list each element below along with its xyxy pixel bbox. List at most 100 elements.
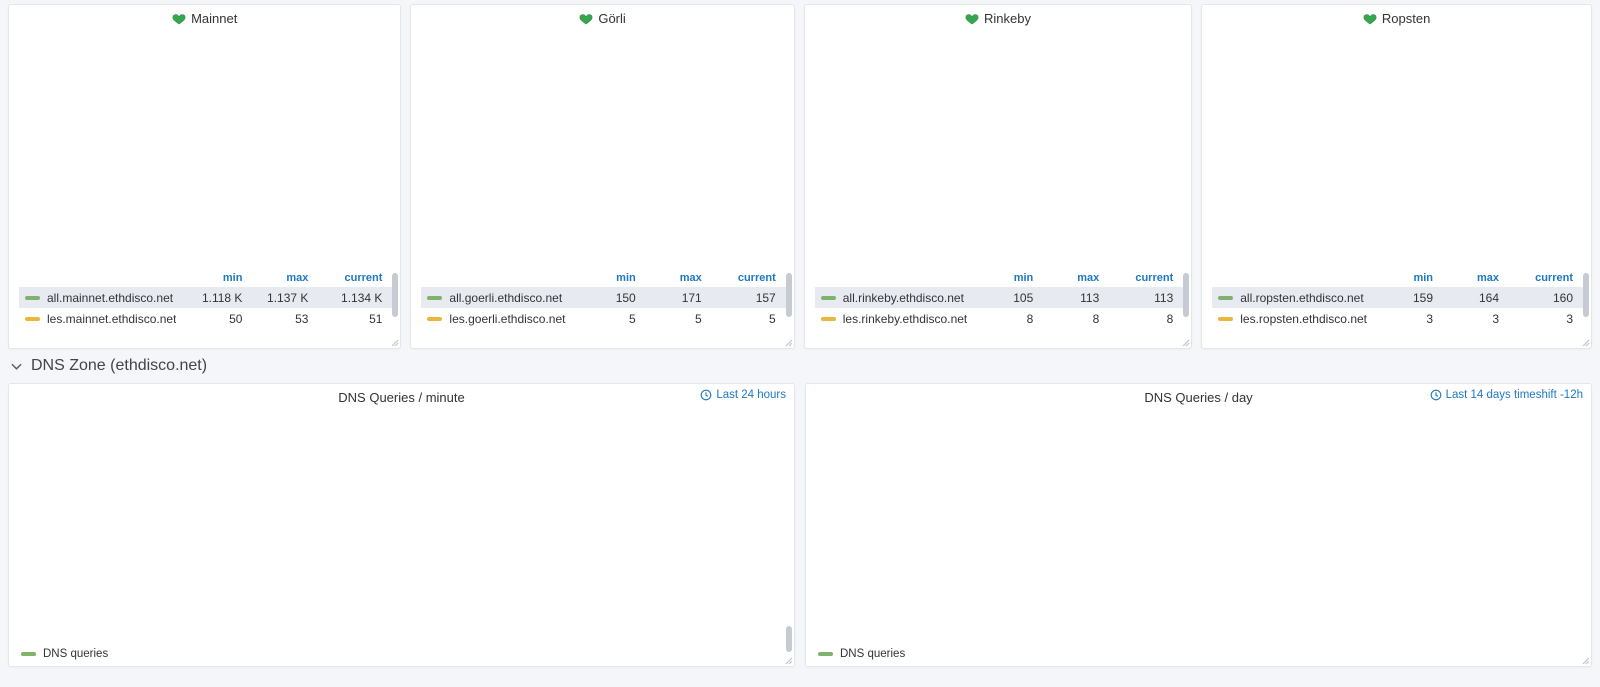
legend-series-toggle[interactable]: les.goerli.ethdisco.net bbox=[427, 312, 569, 326]
series-color-dash-icon bbox=[821, 296, 836, 300]
legend-header: min max current bbox=[19, 269, 392, 287]
legend-col-current[interactable]: current bbox=[308, 272, 382, 284]
legend-scrollbar-thumb[interactable] bbox=[786, 273, 792, 317]
legend-col-min[interactable]: min bbox=[570, 272, 636, 284]
panel-title[interactable]: Görli bbox=[579, 11, 625, 26]
dns-minute-panel: DNS Queries / minute Last 24 hours DNS q… bbox=[8, 383, 795, 667]
legend-series-toggle[interactable]: all.mainnet.ethdisco.net bbox=[25, 291, 176, 305]
panel-header: Rinkeby bbox=[805, 5, 1192, 31]
panel-title[interactable]: Rinkeby bbox=[965, 11, 1031, 26]
series-name[interactable]: DNS queries bbox=[43, 648, 108, 660]
legend-table: min max current all.mainnet.ethdisco.net… bbox=[9, 269, 400, 329]
panel-title-label: Ropsten bbox=[1382, 11, 1430, 26]
panel-title-label: DNS Queries / minute bbox=[338, 390, 464, 405]
series-max: 5 bbox=[636, 312, 702, 326]
clock-icon bbox=[700, 389, 712, 401]
legend-col-min[interactable]: min bbox=[176, 272, 242, 284]
series-current: 51 bbox=[308, 312, 382, 326]
network-panel: Rinkeby min max current all.rinkeby.ethd… bbox=[804, 4, 1193, 349]
legend-col-current[interactable]: current bbox=[1499, 272, 1573, 284]
chart-legend: DNS queries bbox=[9, 642, 794, 666]
series-name: les.mainnet.ethdisco.net bbox=[47, 312, 176, 326]
series-max: 8 bbox=[1033, 312, 1099, 326]
network-panels-row: Mainnet min max current all.mainnet.ethd… bbox=[8, 4, 1592, 349]
time-range-link[interactable]: Last 14 days timeshift -12h bbox=[1430, 389, 1583, 401]
series-min: 3 bbox=[1367, 312, 1433, 326]
series-min: 8 bbox=[967, 312, 1033, 326]
panel-resize-handle[interactable] bbox=[783, 337, 793, 347]
legend-series-toggle[interactable]: les.mainnet.ethdisco.net bbox=[25, 312, 176, 326]
legend-scrollbar-thumb[interactable] bbox=[1183, 273, 1189, 317]
network-panel: Mainnet min max current all.mainnet.ethd… bbox=[8, 4, 401, 349]
legend-scrollbar-thumb[interactable] bbox=[392, 273, 398, 317]
panel-resize-handle[interactable] bbox=[1580, 337, 1590, 347]
panel-title[interactable]: Ropsten bbox=[1363, 11, 1430, 26]
chevron-down-icon bbox=[10, 360, 23, 373]
series-current: 5 bbox=[702, 312, 776, 326]
legend-col-min[interactable]: min bbox=[967, 272, 1033, 284]
panel-header: Görli bbox=[411, 5, 793, 31]
panel-resize-handle[interactable] bbox=[783, 655, 793, 665]
series-current: 3 bbox=[1499, 312, 1573, 326]
series-min: 50 bbox=[176, 312, 242, 326]
dns-day-chart[interactable] bbox=[806, 410, 1591, 642]
legend-header: min max current bbox=[421, 269, 785, 287]
dashboard: Mainnet min max current all.mainnet.ethd… bbox=[0, 0, 1600, 675]
time-range-link[interactable]: Last 24 hours bbox=[700, 389, 786, 401]
series-max: 1.137 K bbox=[242, 291, 308, 305]
panel-title-label: DNS Queries / day bbox=[1144, 390, 1252, 405]
series-max: 53 bbox=[242, 312, 308, 326]
panel-title[interactable]: DNS Queries / day bbox=[1144, 390, 1252, 405]
network-chart[interactable] bbox=[9, 31, 400, 269]
legend-row: all.ropsten.ethdisco.net 159 164 160 bbox=[1212, 287, 1583, 308]
series-name[interactable]: DNS queries bbox=[840, 648, 905, 660]
legend-col-max[interactable]: max bbox=[1433, 272, 1499, 284]
panel-title[interactable]: Mainnet bbox=[172, 11, 237, 26]
legend-table: min max current all.ropsten.ethdisco.net… bbox=[1202, 269, 1591, 329]
legend-row: les.ropsten.ethdisco.net 3 3 3 bbox=[1212, 308, 1583, 329]
network-chart[interactable] bbox=[411, 31, 793, 269]
series-name: les.ropsten.ethdisco.net bbox=[1240, 312, 1367, 326]
legend-col-max[interactable]: max bbox=[242, 272, 308, 284]
network-panel: Ropsten min max current all.ropsten.ethd… bbox=[1201, 4, 1592, 349]
legend-scrollbar-thumb[interactable] bbox=[1583, 273, 1589, 317]
legend-col-current[interactable]: current bbox=[1099, 272, 1173, 284]
legend-series-toggle[interactable]: all.ropsten.ethdisco.net bbox=[1218, 291, 1367, 305]
series-current: 8 bbox=[1099, 312, 1173, 326]
legend-series-toggle[interactable]: all.goerli.ethdisco.net bbox=[427, 291, 569, 305]
series-color-dash-icon bbox=[818, 652, 833, 656]
legend-col-max[interactable]: max bbox=[636, 272, 702, 284]
legend-series-toggle[interactable]: les.ropsten.ethdisco.net bbox=[1218, 312, 1367, 326]
panel-resize-handle[interactable] bbox=[1580, 655, 1590, 665]
network-chart[interactable] bbox=[805, 31, 1192, 269]
legend-series-toggle[interactable]: les.rinkeby.ethdisco.net bbox=[821, 312, 968, 326]
dns-minute-chart[interactable] bbox=[9, 410, 794, 642]
panel-scrollbar-thumb[interactable] bbox=[786, 626, 792, 652]
legend-row: les.mainnet.ethdisco.net 50 53 51 bbox=[19, 308, 392, 329]
network-panel: Görli min max current all.goerli.ethdisc… bbox=[410, 4, 794, 349]
series-color-dash-icon bbox=[25, 296, 40, 300]
health-heart-icon bbox=[965, 12, 979, 25]
clock-icon bbox=[1430, 389, 1442, 401]
dns-panels-row: DNS Queries / minute Last 24 hours DNS q… bbox=[8, 383, 1592, 667]
series-color-dash-icon bbox=[427, 317, 442, 321]
panel-resize-handle[interactable] bbox=[389, 337, 399, 347]
series-current: 113 bbox=[1099, 291, 1173, 305]
legend-row: les.goerli.ethdisco.net 5 5 5 bbox=[421, 308, 785, 329]
series-name: all.rinkeby.ethdisco.net bbox=[843, 291, 964, 305]
chart-legend: DNS queries bbox=[806, 642, 1591, 666]
network-chart[interactable] bbox=[1202, 31, 1591, 269]
panel-header: Mainnet bbox=[9, 5, 400, 31]
series-color-dash-icon bbox=[821, 317, 836, 321]
legend-col-min[interactable]: min bbox=[1367, 272, 1433, 284]
legend-series-toggle[interactable]: all.rinkeby.ethdisco.net bbox=[821, 291, 968, 305]
series-name: les.goerli.ethdisco.net bbox=[449, 312, 565, 326]
legend-col-max[interactable]: max bbox=[1033, 272, 1099, 284]
health-heart-icon bbox=[172, 12, 186, 25]
panel-resize-handle[interactable] bbox=[1180, 337, 1190, 347]
section-dns-zone[interactable]: DNS Zone (ethdisco.net) bbox=[8, 349, 1592, 383]
panel-title[interactable]: DNS Queries / minute bbox=[338, 390, 464, 405]
legend-col-current[interactable]: current bbox=[702, 272, 776, 284]
series-min: 105 bbox=[967, 291, 1033, 305]
series-color-dash-icon bbox=[1218, 296, 1233, 300]
